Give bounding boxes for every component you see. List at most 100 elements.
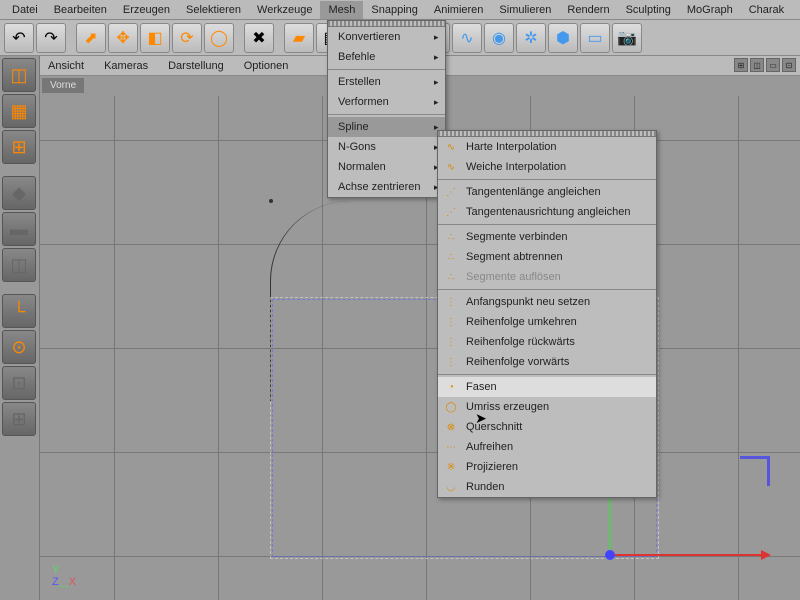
menu-mesh[interactable]: Mesh	[320, 1, 363, 19]
menu-bearbeiten[interactable]: Bearbeiten	[46, 1, 115, 19]
menu-item[interactable]: Befehle	[328, 47, 445, 67]
menu-werkzeuge[interactable]: Werkzeuge	[249, 1, 320, 19]
redo-button[interactable]: ↷	[36, 23, 66, 53]
menu-simulieren[interactable]: Simulieren	[491, 1, 559, 19]
vp-icon-4[interactable]: ⊡	[782, 58, 796, 72]
menu-item[interactable]: Konvertieren	[328, 27, 445, 47]
menu-sculpting[interactable]: Sculpting	[618, 1, 679, 19]
menu-item[interactable]: ∿Harte Interpolation	[438, 137, 656, 157]
menu-item[interactable]: Normalen	[328, 157, 445, 177]
menu-item[interactable]: ⋯Aufreihen	[438, 437, 656, 457]
menu-icon: ⋮	[444, 295, 458, 309]
lasso-tool[interactable]: ◯	[204, 23, 234, 53]
move-tool[interactable]: ✥	[108, 23, 138, 53]
menu-erzeugen[interactable]: Erzeugen	[115, 1, 178, 19]
point-mode[interactable]: ◆	[2, 176, 36, 210]
menu-animieren[interactable]: Animieren	[426, 1, 492, 19]
menu-icon: ◯	[444, 400, 458, 414]
menu-rendern[interactable]: Rendern	[559, 1, 617, 19]
menu-label: Umriss erzeugen	[466, 401, 549, 413]
vtab-kameras[interactable]: Kameras	[100, 58, 152, 74]
menu-icon: ∴	[444, 230, 458, 244]
grid-mode[interactable]: ⊞	[2, 402, 36, 436]
menu-icon: ∴	[444, 270, 458, 284]
menu-item[interactable]: ◡Runden	[438, 477, 656, 497]
deformer-primitive[interactable]: ⬢	[548, 23, 578, 53]
sidebar: ◫ ▦ ⊞ ◆ ▬ ◫ └ ⊙ ⊡ ⊞	[0, 56, 40, 600]
menu-item[interactable]: ⋮ Anfangspunkt neu setzen	[438, 292, 656, 312]
spline-submenu[interactable]: ∿Harte Interpolation∿Weiche Interpolatio…	[437, 130, 657, 498]
vp-icon-3[interactable]: ▭	[766, 58, 780, 72]
x-tool[interactable]: ✖	[244, 23, 274, 53]
menu-label: Achse zentrieren	[338, 181, 421, 193]
rotate-tool[interactable]: ⟳	[172, 23, 202, 53]
menu-label: Anfangspunkt neu setzen	[466, 296, 590, 308]
menu-icon: ∿	[444, 160, 458, 174]
menu-snapping[interactable]: Snapping	[363, 1, 426, 19]
snap-mode[interactable]: ⊙	[2, 330, 36, 364]
menu-item[interactable]: ⋮Reihenfolge rückwärts	[438, 332, 656, 352]
gizmo-y: Y	[52, 564, 59, 576]
menu-item[interactable]: ∴Segmente verbinden	[438, 227, 656, 247]
menu-item[interactable]: ◔Fasen	[438, 377, 656, 397]
menu-label: Tangentenausrichtung angleichen	[466, 206, 631, 218]
menu-label: Tangentenlänge angleichen	[466, 186, 601, 198]
menu-item[interactable]: ※Projizieren	[438, 457, 656, 477]
camera-button[interactable]: 📷	[612, 23, 642, 53]
menu-icon: ◡	[444, 480, 458, 494]
menu-label: Befehle	[338, 51, 375, 63]
menu-icon: ⊗	[444, 420, 458, 434]
nurbs-primitive[interactable]: ◉	[484, 23, 514, 53]
menu-item[interactable]: ⋰Tangentenlänge angleichen	[438, 182, 656, 202]
menu-item[interactable]: ⋮Reihenfolge vorwärts	[438, 352, 656, 372]
vp-icon-2[interactable]: ◫	[750, 58, 764, 72]
menu-item[interactable]: ⋮Reihenfolge umkehren	[438, 312, 656, 332]
mesh-menu[interactable]: Konvertieren Befehle Erstellen Verformen Spl…	[327, 20, 446, 198]
axis-gizmo: Y Z__X	[52, 564, 76, 588]
menu-item[interactable]: ⋰Tangentenausrichtung angleichen	[438, 202, 656, 222]
menu-label: Reihenfolge rückwärts	[466, 336, 575, 348]
axis-mode[interactable]: └	[2, 294, 36, 328]
menu-selektieren[interactable]: Selektieren	[178, 1, 249, 19]
spline-primitive[interactable]: ∿	[452, 23, 482, 53]
edge-mode[interactable]: ▬	[2, 212, 36, 246]
scale-tool[interactable]: ◧	[140, 23, 170, 53]
vtab-ansicht[interactable]: Ansicht	[44, 58, 88, 74]
lock-mode[interactable]: ⊡	[2, 366, 36, 400]
menu-datei[interactable]: Datei	[4, 1, 46, 19]
menu-label: Fasen	[466, 381, 497, 393]
workplane-mode[interactable]: ⊞	[2, 130, 36, 164]
menu-item[interactable]: ⊗ Querschnitt	[438, 417, 656, 437]
menu-label: Erstellen	[338, 76, 381, 88]
undo-button[interactable]: ↶	[4, 23, 34, 53]
menu-icon: ∴	[444, 250, 458, 264]
menu-item[interactable]: ∴Segment abtrennen	[438, 247, 656, 267]
menu-item[interactable]: ∴ Segmente auflösen	[438, 267, 656, 287]
vtab-optionen[interactable]: Optionen	[240, 58, 293, 74]
menu-item[interactable]: ∿ Weiche Interpolation	[438, 157, 656, 177]
vtab-darstellung[interactable]: Darstellung	[164, 58, 228, 74]
menu-label: Segmente auflösen	[466, 271, 561, 283]
render-button[interactable]: ▰	[284, 23, 314, 53]
vp-icon-1[interactable]: ⊞	[734, 58, 748, 72]
menu-item[interactable]: N-Gons	[328, 137, 445, 157]
texture-mode[interactable]: ▦	[2, 94, 36, 128]
menu-label: Querschnitt	[466, 421, 522, 433]
menu-item[interactable]: Achse zentrieren	[328, 177, 445, 197]
select-tool[interactable]: ⬈	[76, 23, 106, 53]
model-mode[interactable]: ◫	[2, 58, 36, 92]
plane-primitive[interactable]: ▭	[580, 23, 610, 53]
origin-dot	[605, 550, 615, 560]
menu-label: Weiche Interpolation	[466, 161, 566, 173]
generator-primitive[interactable]: ✲	[516, 23, 546, 53]
menu-label: N-Gons	[338, 141, 376, 153]
polygon-mode[interactable]: ◫	[2, 248, 36, 282]
menu-charak[interactable]: Charak	[741, 1, 792, 19]
menu-icon: ∿	[444, 140, 458, 154]
gizmo-x: X	[69, 576, 76, 588]
menu-mograph[interactable]: MoGraph	[679, 1, 741, 19]
menu-item[interactable]: Spline	[328, 117, 445, 137]
menu-item[interactable]: ◯ Umriss erzeugen	[438, 397, 656, 417]
menu-item[interactable]: Erstellen	[328, 72, 445, 92]
menu-item[interactable]: Verformen	[328, 92, 445, 112]
